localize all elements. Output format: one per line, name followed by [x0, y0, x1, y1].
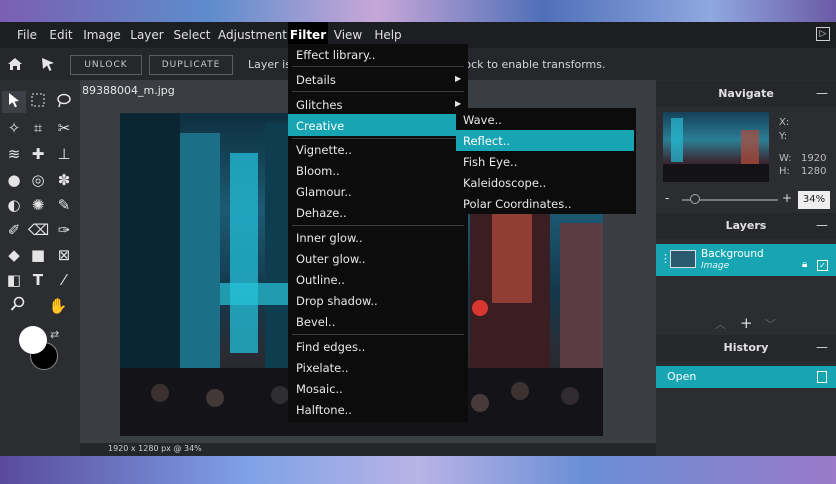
blur-drop-icon[interactable]: ●: [4, 170, 24, 190]
menu-edit[interactable]: Edit: [46, 22, 76, 48]
filter-details[interactable]: Details: [296, 73, 336, 87]
filter-outline[interactable]: Outline..: [296, 273, 345, 287]
menu-image[interactable]: Image: [83, 22, 121, 48]
magic-wand-icon[interactable]: ✧: [4, 118, 24, 138]
menu-adjustment[interactable]: Adjustment: [218, 22, 287, 48]
unlock-button[interactable]: UNLOCK: [70, 55, 142, 75]
filter-pixelate[interactable]: Pixelate..: [296, 361, 349, 375]
menu-divider: [292, 334, 464, 335]
layers-panel-title: Layers: [656, 213, 836, 239]
filter-bloom[interactable]: Bloom..: [296, 164, 340, 178]
menu-divider: [292, 66, 464, 67]
duplicate-button[interactable]: DUPLICATE: [149, 55, 233, 75]
filter-outer-glow[interactable]: Outer glow..: [296, 252, 366, 266]
desktop-background-top: [0, 0, 836, 22]
paint-bucket-icon[interactable]: ◆: [4, 245, 24, 265]
marquee-tool-icon[interactable]: [28, 92, 48, 112]
healing-icon[interactable]: ✚: [28, 144, 48, 164]
creative-wave[interactable]: Wave..: [463, 113, 502, 127]
move-layer-down-icon[interactable]: ﹀: [765, 316, 776, 332]
burn-icon[interactable]: ✺: [28, 195, 48, 215]
history-panel-title: History: [656, 335, 836, 361]
expand-panel-icon[interactable]: ▷: [816, 27, 830, 41]
menu-select[interactable]: Select: [172, 22, 212, 48]
dodge-icon[interactable]: ◐: [4, 195, 24, 215]
creative-reflect[interactable]: Reflect..: [463, 134, 510, 148]
eyedropper-icon[interactable]: ⁄: [54, 270, 74, 290]
gradient-icon[interactable]: ■: [28, 245, 48, 265]
zoom-out-button[interactable]: -: [665, 191, 669, 205]
collapse-icon[interactable]: —: [816, 86, 828, 100]
shape-icon[interactable]: ⊠: [54, 245, 74, 265]
text-tool-icon[interactable]: T: [28, 270, 48, 290]
zoom-tool-icon[interactable]: [8, 296, 28, 316]
foreground-color-swatch[interactable]: [19, 326, 47, 354]
filter-effect-library[interactable]: Effect library..: [296, 48, 375, 62]
document-tab[interactable]: 89388004_m.jpg: [82, 84, 175, 97]
nav-h-value: 1280: [801, 166, 827, 177]
home-icon[interactable]: [6, 55, 24, 73]
collapse-icon[interactable]: —: [816, 218, 828, 232]
menu-file[interactable]: File: [12, 22, 42, 48]
zoom-in-button[interactable]: +: [782, 191, 792, 205]
scissors-icon[interactable]: ✂: [54, 118, 74, 138]
history-entry-label: Open: [667, 370, 697, 383]
visibility-checkbox-icon[interactable]: ✓: [817, 260, 828, 271]
liquify-icon[interactable]: ≋: [4, 144, 24, 164]
navigate-panel-title: Navigate: [656, 81, 836, 107]
submenu-arrow-icon: ▶: [455, 99, 462, 108]
lasso-tool-icon[interactable]: [54, 92, 74, 112]
collapse-icon[interactable]: —: [816, 340, 828, 354]
zoom-slider-handle[interactable]: [690, 194, 700, 204]
sponge-icon[interactable]: ◎: [28, 170, 48, 190]
navigator-thumbnail[interactable]: [663, 112, 769, 182]
filter-dehaze[interactable]: Dehaze..: [296, 206, 347, 220]
creative-kaleidoscope[interactable]: Kaleidoscope..: [463, 176, 546, 190]
layer-thumbnail: [670, 250, 696, 268]
brush-icon[interactable]: ✐: [4, 220, 24, 240]
menu-divider: [292, 138, 464, 139]
shapes-tool-icon[interactable]: ◧: [4, 270, 24, 290]
filter-find-edges[interactable]: Find edges..: [296, 340, 365, 354]
nav-w-label: W:: [779, 153, 792, 164]
pointer-tool-icon[interactable]: [4, 92, 24, 112]
filter-creative[interactable]: Creative: [296, 119, 344, 133]
hand-tool-icon[interactable]: ✋: [48, 296, 68, 316]
nav-x-label: X:: [779, 117, 790, 128]
desktop-background-bottom: [0, 456, 836, 484]
filter-inner-glow[interactable]: Inner glow..: [296, 231, 363, 245]
crop-icon[interactable]: ⌗: [28, 118, 48, 138]
move-tool-icon[interactable]: [40, 56, 56, 72]
pen-icon[interactable]: ✎: [54, 195, 74, 215]
filter-halftone[interactable]: Halftone..: [296, 403, 352, 417]
history-doc-icon: [817, 371, 827, 383]
filter-glitches[interactable]: Glitches: [296, 98, 343, 112]
submenu-arrow-icon: ▶: [455, 74, 462, 83]
move-layer-up-icon[interactable]: ︿: [715, 316, 726, 332]
add-layer-icon[interactable]: +: [740, 314, 753, 332]
clone-brush-icon[interactable]: ✑: [54, 220, 74, 240]
filter-mosaic[interactable]: Mosaic..: [296, 382, 343, 396]
menu-layer[interactable]: Layer: [129, 22, 165, 48]
nav-w-value: 1920: [801, 153, 827, 164]
creative-polar-coordinates[interactable]: Polar Coordinates..: [463, 197, 572, 211]
zoom-input[interactable]: 34%: [798, 191, 830, 209]
filter-vignette[interactable]: Vignette..: [296, 143, 352, 157]
stamp-icon[interactable]: ⊥: [54, 144, 74, 164]
smudge-icon[interactable]: ✽: [54, 170, 74, 190]
lock-icon[interactable]: 🔒︎: [802, 259, 807, 270]
menu-divider: [292, 225, 464, 226]
layer-type: Image: [701, 261, 730, 271]
nav-h-label: H:: [779, 166, 790, 177]
creative-fish-eye[interactable]: Fish Eye..: [463, 155, 517, 169]
eraser-icon[interactable]: ⌫: [28, 220, 49, 240]
filter-glamour[interactable]: Glamour..: [296, 185, 352, 199]
swap-colors-icon[interactable]: ⇄: [50, 328, 59, 341]
filter-bevel[interactable]: Bevel..: [296, 315, 335, 329]
canvas-size-info: 1920 x 1280 px @ 34%: [108, 444, 202, 453]
filter-drop-shadow[interactable]: Drop shadow..: [296, 294, 378, 308]
layer-name: Background: [701, 248, 764, 260]
nav-y-label: Y:: [779, 131, 788, 142]
menu-divider: [292, 91, 464, 92]
